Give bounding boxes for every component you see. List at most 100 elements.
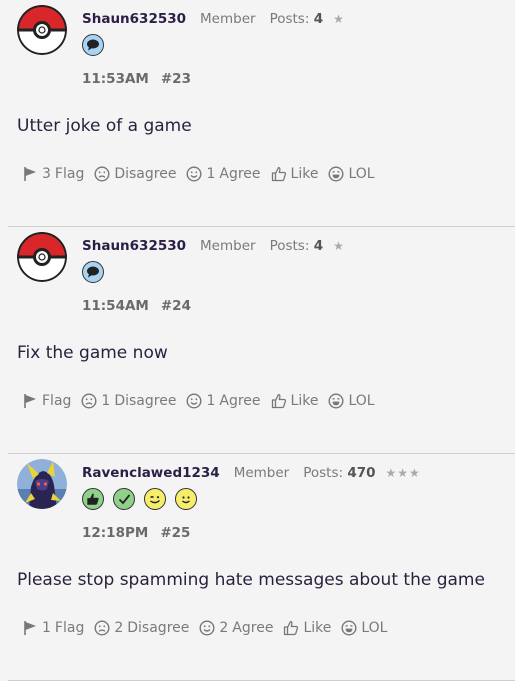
agree-label: Agree	[219, 166, 261, 182]
post-message: Fix the game now	[17, 343, 168, 363]
disagree-count: 1	[101, 393, 111, 409]
flag-button[interactable]: 1 Flag	[22, 620, 84, 636]
avatar[interactable]	[17, 232, 67, 282]
pokeball-icon	[17, 232, 67, 282]
post-time[interactable]: 11:53AM	[82, 71, 149, 87]
like-label: Like	[290, 393, 319, 409]
post-actions: 1 Flag 2 Disagree 2 Agree Like LOL	[22, 620, 397, 636]
lol-label: LOL	[348, 166, 375, 182]
frown-icon	[81, 393, 97, 409]
like-label: Like	[303, 620, 332, 636]
post-count: Posts: 4	[270, 238, 324, 254]
post-number[interactable]: #24	[161, 298, 191, 314]
post-number[interactable]: #23	[161, 71, 191, 87]
post-timestamp: 12:18PM #25	[82, 525, 190, 541]
thumbs-up-icon	[271, 393, 286, 409]
user-meta: Ravenclawed1234 Member Posts: 470 ★★★	[82, 465, 421, 481]
smile-badge-icon[interactable]	[175, 488, 197, 510]
like-label: Like	[290, 166, 319, 182]
post-25: Ravenclawed1234 Member Posts: 470 ★★★ 12…	[8, 454, 515, 681]
post-24: Shaun632530 Member Posts: 4 ★ 11:54AM #24…	[8, 227, 515, 454]
rank-stars: ★★★	[385, 466, 421, 480]
agree-label: Agree	[219, 393, 261, 409]
lol-label: LOL	[361, 620, 388, 636]
flag-label: Flag	[54, 620, 85, 636]
like-button[interactable]: Like	[271, 393, 319, 409]
user-badges	[82, 261, 104, 283]
lol-label: LOL	[348, 393, 375, 409]
laugh-icon	[328, 393, 344, 409]
agree-count: 2	[219, 620, 229, 636]
post-count-label: Posts:	[269, 238, 310, 254]
user-role: Member	[200, 11, 256, 27]
thumbs-up-badge-icon[interactable]	[82, 488, 104, 510]
post-count: Posts: 470	[303, 465, 375, 481]
post-count-label: Posts:	[269, 11, 310, 27]
post-23: Shaun632530 Member Posts: 4 ★ 11:53AM #23…	[8, 0, 515, 227]
pokeball-icon	[17, 5, 67, 55]
flag-label: Flag	[54, 166, 85, 182]
like-button[interactable]: Like	[283, 620, 331, 636]
flag-icon	[24, 167, 36, 181]
user-meta: Shaun632530 Member Posts: 4 ★	[82, 11, 345, 27]
lol-button[interactable]: LOL	[328, 166, 375, 182]
rank-stars: ★	[333, 12, 345, 26]
like-button[interactable]: Like	[271, 166, 319, 182]
chat-bubble-badge-icon[interactable]	[82, 34, 104, 56]
flag-icon	[24, 621, 36, 635]
flag-button[interactable]: Flag	[22, 393, 71, 409]
flag-label: Flag	[42, 393, 72, 409]
lol-button[interactable]: LOL	[341, 620, 387, 636]
disagree-count: 2	[114, 620, 124, 636]
smile-icon	[199, 620, 215, 636]
avatar[interactable]	[17, 5, 67, 55]
post-timestamp: 11:54AM #24	[82, 298, 191, 314]
post-count-value: 470	[347, 465, 376, 481]
username-link[interactable]: Shaun632530	[82, 11, 186, 27]
post-actions: 3 Flag Disagree 1 Agree Like LOL	[22, 166, 385, 182]
flag-count: 3	[42, 166, 51, 182]
user-badges	[82, 488, 197, 510]
agree-label: Agree	[232, 620, 274, 636]
thumbs-up-icon	[284, 620, 299, 636]
agree-button[interactable]: 2 Agree	[199, 620, 273, 636]
frown-icon	[94, 620, 110, 636]
post-message: Utter joke of a game	[17, 116, 192, 136]
disagree-button[interactable]: 2 Disagree	[94, 620, 189, 636]
post-time[interactable]: 12:18PM	[82, 525, 148, 541]
user-meta: Shaun632530 Member Posts: 4 ★	[82, 238, 345, 254]
laugh-icon	[328, 166, 344, 182]
agree-button[interactable]: 1 Agree	[186, 393, 261, 409]
agree-button[interactable]: 1 Agree	[186, 166, 261, 182]
checkmark-badge-icon[interactable]	[113, 488, 135, 510]
post-count-value: 4	[313, 238, 324, 254]
username-link[interactable]: Ravenclawed1234	[82, 465, 220, 481]
user-role: Member	[200, 238, 256, 254]
avatar[interactable]	[17, 459, 67, 509]
disagree-button[interactable]: Disagree	[94, 166, 176, 182]
character-avatar-icon	[17, 459, 67, 509]
disagree-label: Disagree	[127, 620, 190, 636]
post-number[interactable]: #25	[160, 525, 190, 541]
chat-bubble-badge-icon[interactable]	[82, 261, 104, 283]
post-time[interactable]: 11:54AM	[82, 298, 149, 314]
smile-icon	[186, 393, 202, 409]
wink-badge-icon[interactable]	[144, 488, 166, 510]
user-role: Member	[233, 465, 290, 481]
flag-button[interactable]: 3 Flag	[22, 166, 84, 182]
username-link[interactable]: Shaun632530	[82, 238, 186, 254]
flag-count: 1	[42, 620, 51, 636]
disagree-label: Disagree	[114, 166, 177, 182]
user-badges	[82, 34, 104, 56]
post-count-value: 4	[313, 11, 324, 27]
disagree-button[interactable]: 1 Disagree	[81, 393, 176, 409]
lol-button[interactable]: LOL	[328, 393, 375, 409]
disagree-label: Disagree	[114, 393, 177, 409]
post-count: Posts: 4	[270, 11, 324, 27]
post-timestamp: 11:53AM #23	[82, 71, 191, 87]
thumbs-up-icon	[271, 166, 286, 182]
post-message: Please stop spamming hate messages about…	[17, 570, 485, 590]
smile-icon	[186, 166, 202, 182]
post-count-label: Posts:	[303, 465, 344, 481]
post-actions: Flag 1 Disagree 1 Agree Like LOL	[22, 393, 385, 409]
